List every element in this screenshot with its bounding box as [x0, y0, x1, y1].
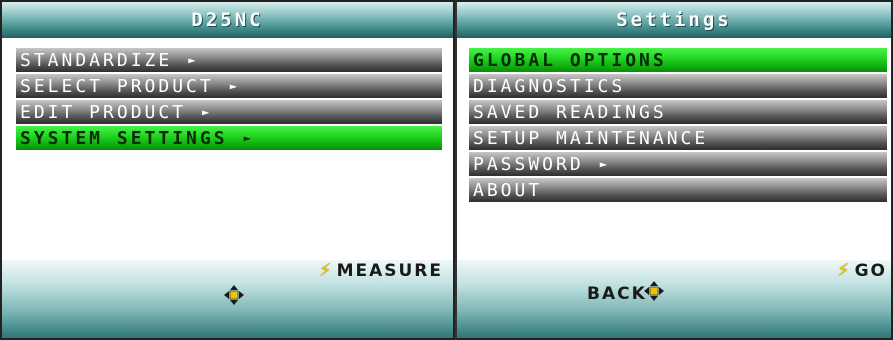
menu-item-label: PASSWORD: [473, 153, 584, 175]
menu-item-diagnostics[interactable]: DIAGNOSTICS: [469, 74, 887, 98]
go-softkey[interactable]: ⚡ GO: [837, 260, 887, 281]
title-bar: D25NC: [2, 2, 453, 38]
menu-item-password[interactable]: PASSWORD ►: [469, 152, 887, 176]
menu-item-label: SYSTEM SETTINGS: [20, 127, 228, 149]
menu-item-setup-maintenance[interactable]: SETUP MAINTENANCE: [469, 126, 887, 150]
right-arrow-icon: ►: [599, 157, 607, 171]
softkey-bar: ⚡ GO BACK: [457, 260, 891, 338]
menu-item-saved-readings[interactable]: SAVED READINGS: [469, 100, 887, 124]
menu-item-label: SETUP MAINTENANCE: [473, 127, 709, 149]
settings-menu: GLOBAL OPTIONS DIAGNOSTICS SAVED READING…: [469, 48, 887, 204]
menu-item-label: ABOUT: [473, 179, 543, 201]
menu-item-system-settings[interactable]: SYSTEM SETTINGS ►: [16, 126, 442, 150]
screen-title: D25NC: [191, 9, 264, 31]
dpad-icon[interactable]: [643, 280, 665, 302]
right-arrow-icon: ►: [202, 105, 210, 119]
softkey-label: MEASURE: [336, 260, 443, 281]
menu-item-label: SELECT PRODUCT: [20, 75, 214, 97]
main-menu: STANDARDIZE ► SELECT PRODUCT ► EDIT PROD…: [16, 48, 442, 152]
left-screen: D25NC STANDARDIZE ► SELECT PRODUCT ► EDI…: [0, 0, 455, 340]
title-bar: Settings: [457, 2, 891, 38]
menu-item-label: EDIT PRODUCT: [20, 101, 187, 123]
menu-item-edit-product[interactable]: EDIT PRODUCT ►: [16, 100, 442, 124]
softkey-bar: ⚡ MEASURE: [2, 260, 453, 338]
menu-item-label: DIAGNOSTICS: [473, 75, 626, 97]
menu-item-about[interactable]: ABOUT: [469, 178, 887, 202]
softkey-label: GO: [854, 260, 887, 281]
right-arrow-icon: ►: [243, 131, 251, 145]
softkey-label: BACK: [587, 284, 647, 304]
menu-item-select-product[interactable]: SELECT PRODUCT ►: [16, 74, 442, 98]
measure-softkey[interactable]: ⚡ MEASURE: [319, 260, 443, 281]
menu-item-global-options[interactable]: GLOBAL OPTIONS: [469, 48, 887, 72]
right-arrow-icon: ►: [229, 79, 237, 93]
lightning-bolt-icon: ⚡: [836, 260, 852, 281]
right-arrow-icon: ►: [188, 53, 196, 67]
lightning-bolt-icon: ⚡: [318, 260, 334, 281]
dpad-icon[interactable]: [223, 284, 245, 306]
menu-item-label: GLOBAL OPTIONS: [473, 49, 667, 71]
right-screen: Settings GLOBAL OPTIONS DIAGNOSTICS SAVE…: [455, 0, 893, 340]
menu-item-label: SAVED READINGS: [473, 101, 667, 123]
back-softkey[interactable]: BACK: [587, 284, 647, 304]
screen-title: Settings: [616, 9, 732, 31]
menu-item-standardize[interactable]: STANDARDIZE ►: [16, 48, 442, 72]
menu-item-label: STANDARDIZE: [20, 49, 173, 71]
